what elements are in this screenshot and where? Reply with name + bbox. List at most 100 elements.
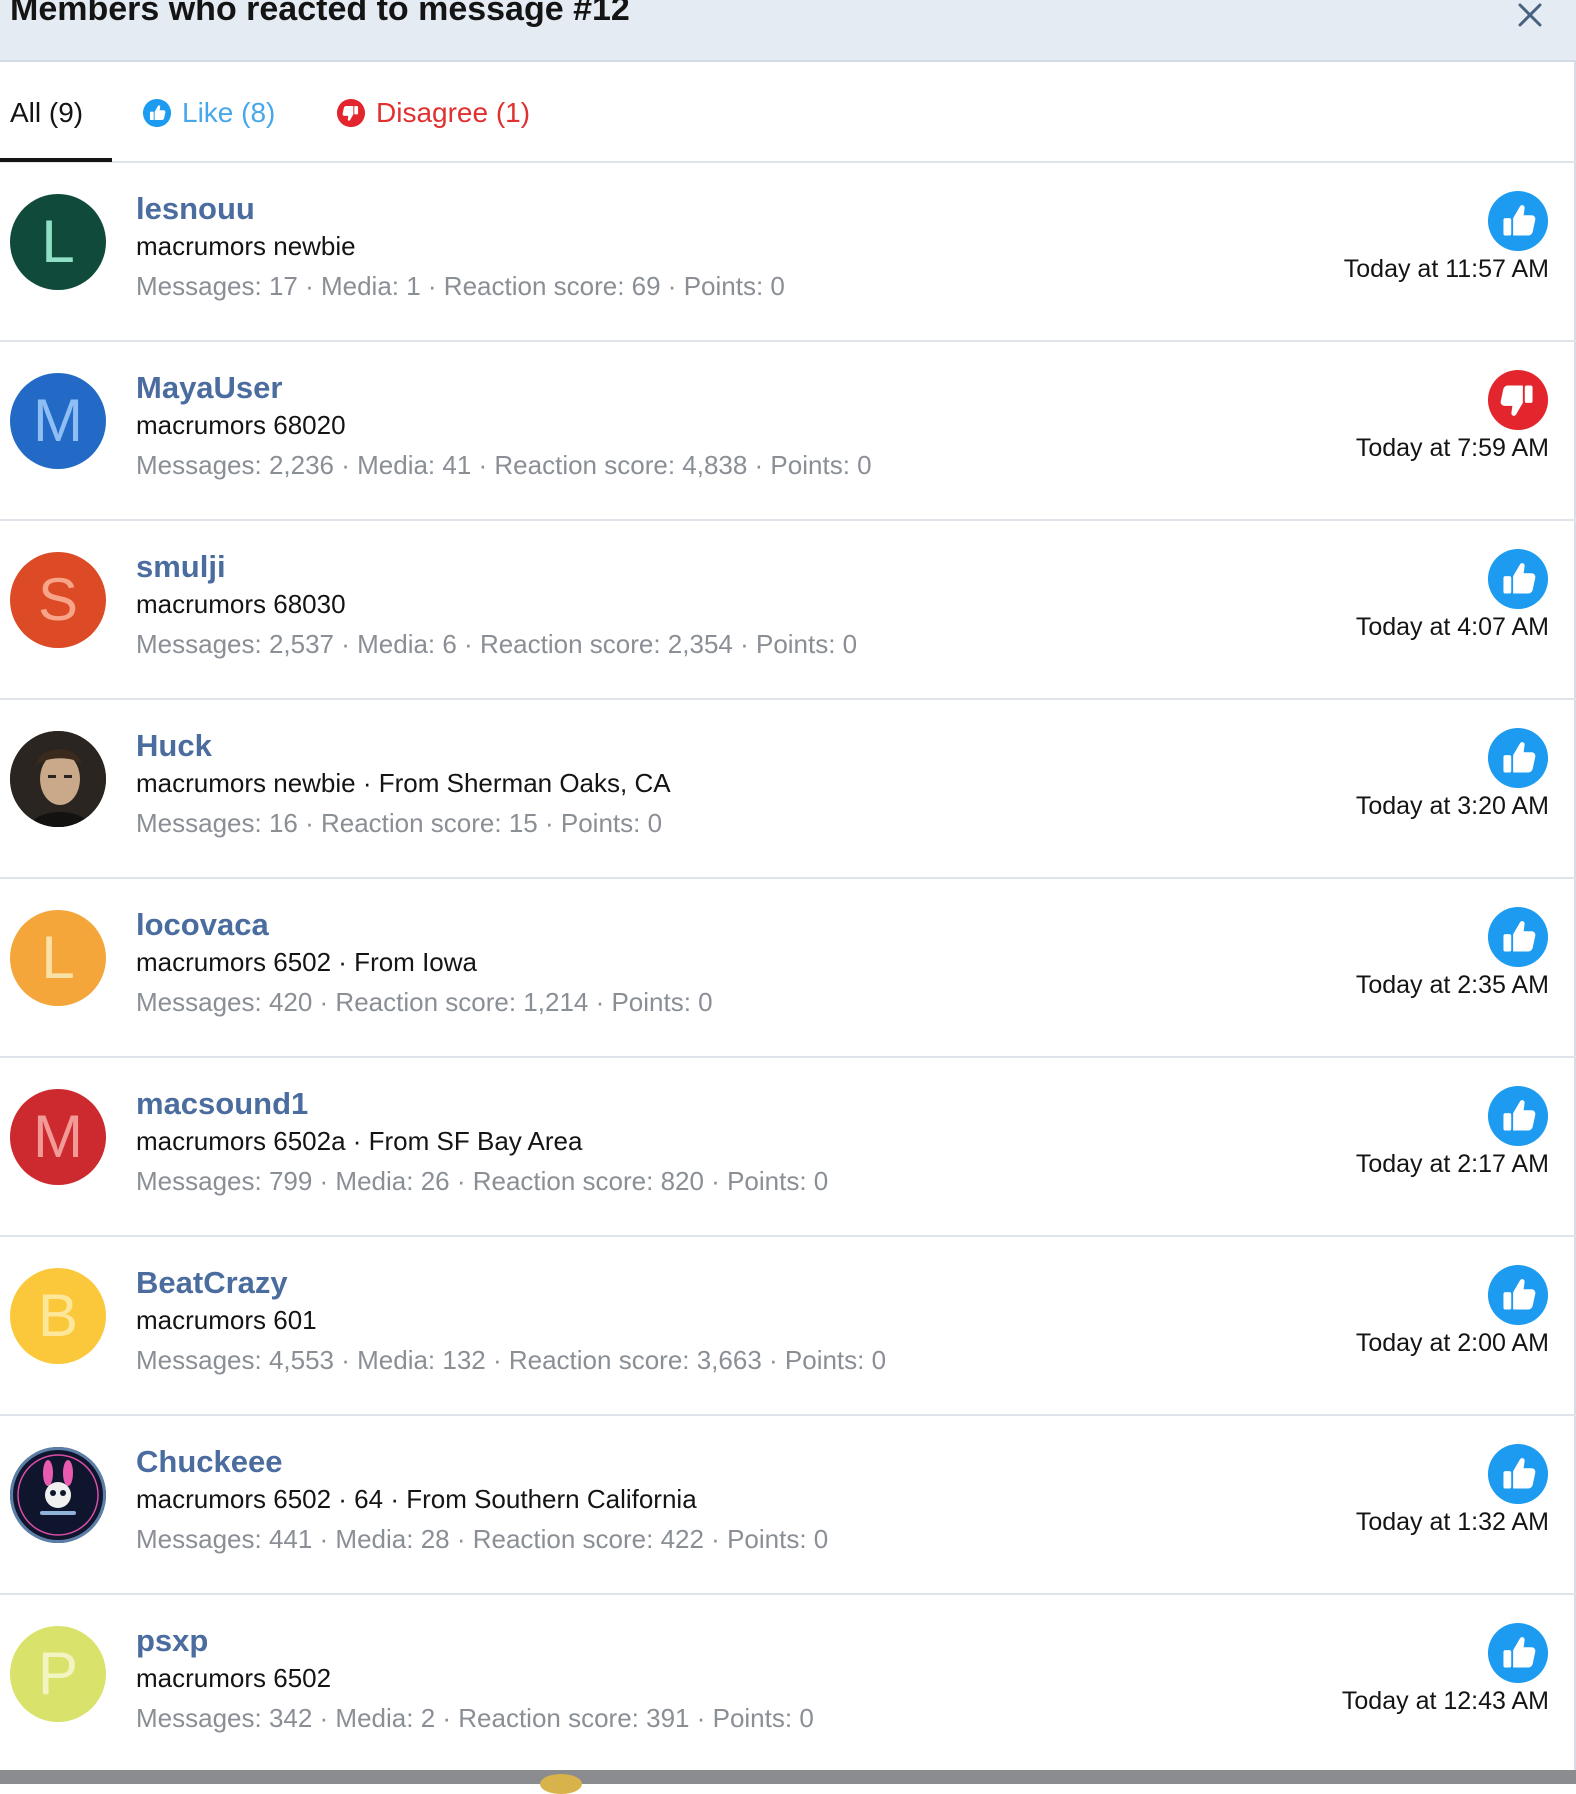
reactions-dialog: Members who reacted to message #12 All (… (0, 0, 1576, 1774)
avatar-letter: L (41, 208, 75, 275)
reaction-icon (1487, 1622, 1549, 1684)
reaction-time[interactable]: Today at 1:32 AM (1356, 1508, 1549, 1537)
disagree-icon (336, 98, 366, 127)
like-icon (1487, 906, 1549, 968)
tab-disagree-label: Disagree (1) (376, 96, 531, 128)
avatar[interactable] (10, 1447, 106, 1543)
avatar-letter: L (41, 924, 75, 991)
reaction-icon (1487, 906, 1549, 968)
like-icon (142, 98, 172, 127)
member-username[interactable]: macsound1 (136, 1086, 308, 1122)
member-title: macrumors 6502 · From Iowa (136, 947, 477, 977)
avatar[interactable]: M (10, 1089, 106, 1185)
member-row: M MayaUser macrumors 68020 Messages: 2,2… (0, 342, 1576, 521)
like-icon (1487, 548, 1549, 610)
page-overlay: Members who reacted to message #12 All (… (0, 0, 1576, 1794)
member-title: macrumors 6502 (136, 1663, 332, 1693)
member-stats: Messages: 2,537 · Media: 6 · Reaction sc… (136, 629, 858, 659)
reaction-time[interactable]: Today at 4:07 AM (1356, 613, 1549, 642)
reaction-icon (1487, 369, 1549, 431)
tab-disagree[interactable]: Disagree (1) (336, 62, 530, 163)
like-icon (1487, 727, 1549, 789)
avatar[interactable]: P (10, 1626, 106, 1722)
member-title: macrumors newbie (136, 231, 356, 261)
close-button[interactable] (1512, 0, 1548, 32)
member-title: macrumors 68020 (136, 410, 346, 440)
member-row: L lesnouu macrumors newbie Messages: 17 … (0, 163, 1576, 342)
like-icon (1487, 1264, 1549, 1326)
active-tab-indicator (0, 158, 112, 162)
member-row: Huck macrumors newbie · From Sherman Oak… (0, 700, 1576, 879)
member-username[interactable]: locovaca (136, 907, 269, 943)
like-icon (1487, 190, 1549, 252)
member-username[interactable]: BeatCrazy (136, 1265, 288, 1301)
member-title: macrumors 6502 · 64 · From Southern Cali… (136, 1484, 697, 1514)
member-username[interactable]: lesnouu (136, 191, 255, 227)
avatar[interactable]: L (10, 194, 106, 290)
member-stats: Messages: 799 · Media: 26 · Reaction sco… (136, 1166, 829, 1196)
member-username[interactable]: Huck (136, 728, 212, 764)
member-stats: Messages: 16 · Reaction score: 15 · Poin… (136, 808, 663, 838)
reaction-icon (1487, 548, 1549, 610)
avatar[interactable]: B (10, 1268, 106, 1364)
member-stats: Messages: 342 · Media: 2 · Reaction scor… (136, 1703, 814, 1733)
avatar-letter: S (37, 566, 79, 633)
tab-all[interactable]: All (9) (10, 62, 83, 163)
avatar-letter: B (37, 1282, 79, 1349)
member-stats: Messages: 2,236 · Media: 41 · Reaction s… (136, 450, 872, 480)
like-icon (1487, 1085, 1549, 1147)
avatar-bunny (10, 1447, 106, 1543)
member-row: M macsound1 macrumors 6502a · From SF Ba… (0, 1058, 1576, 1237)
avatar-letter: M (33, 387, 83, 454)
close-icon (1518, 3, 1542, 27)
member-row: S smulji macrumors 68030 Messages: 2,537… (0, 521, 1576, 700)
reaction-icon (1487, 1264, 1549, 1326)
member-title: macrumors 68030 (136, 589, 346, 619)
reaction-icon (1487, 1085, 1549, 1147)
avatar[interactable] (10, 731, 106, 827)
member-username[interactable]: smulji (136, 549, 226, 585)
tab-like[interactable]: Like (8) (142, 62, 275, 163)
avatar[interactable]: S (10, 552, 106, 648)
member-row: P psxp macrumors 6502 Messages: 342 · Me… (0, 1595, 1576, 1774)
avatar-letter: P (37, 1640, 79, 1707)
member-stats: Messages: 4,553 · Media: 132 · Reaction … (136, 1345, 887, 1375)
member-stats: Messages: 420 · Reaction score: 1,214 · … (136, 987, 713, 1017)
background-page-peek (0, 1770, 1576, 1784)
reaction-time[interactable]: Today at 11:57 AM (1344, 255, 1549, 284)
reaction-time[interactable]: Today at 3:20 AM (1356, 792, 1549, 821)
avatar[interactable]: M (10, 373, 106, 469)
like-icon (1487, 1622, 1549, 1684)
member-title: macrumors 6502a · From SF Bay Area (136, 1126, 583, 1156)
tab-like-label: Like (8) (182, 96, 276, 128)
reaction-tabs: All (9) Like (8) Disagree (1) (0, 62, 1576, 163)
avatar[interactable]: L (10, 910, 106, 1006)
reaction-icon (1487, 1443, 1549, 1505)
member-username[interactable]: Chuckeee (136, 1444, 282, 1480)
member-stats: Messages: 441 · Media: 28 · Reaction sco… (136, 1524, 829, 1554)
member-title: macrumors 601 (136, 1305, 317, 1335)
reaction-time[interactable]: Today at 2:17 AM (1356, 1150, 1549, 1179)
emoji-icon (540, 1774, 582, 1794)
reaction-icon (1487, 190, 1549, 252)
member-list: L lesnouu macrumors newbie Messages: 17 … (0, 163, 1576, 1774)
avatar-letter: M (33, 1103, 83, 1170)
like-icon (1487, 1443, 1549, 1505)
member-username[interactable]: psxp (136, 1623, 208, 1659)
reaction-time[interactable]: Today at 2:00 AM (1356, 1329, 1549, 1358)
disagree-icon (1487, 369, 1549, 431)
member-username[interactable]: MayaUser (136, 370, 282, 406)
avatar-photo (10, 731, 106, 827)
member-row: Chuckeee macrumors 6502 · 64 · From Sout… (0, 1416, 1576, 1595)
dialog-header: Members who reacted to message #12 (0, 0, 1576, 62)
reaction-time[interactable]: Today at 2:35 AM (1356, 971, 1549, 1000)
reaction-icon (1487, 727, 1549, 789)
tab-all-label: All (9) (10, 96, 84, 128)
reaction-time[interactable]: Today at 12:43 AM (1342, 1687, 1549, 1716)
reaction-time[interactable]: Today at 7:59 AM (1356, 434, 1549, 463)
member-row: B BeatCrazy macrumors 601 Messages: 4,55… (0, 1237, 1576, 1416)
dialog-title: Members who reacted to message #12 (10, 0, 630, 28)
member-title: macrumors newbie · From Sherman Oaks, CA (136, 768, 671, 798)
member-stats: Messages: 17 · Media: 1 · Reaction score… (136, 271, 785, 301)
member-row: L locovaca macrumors 6502 · From Iowa Me… (0, 879, 1576, 1058)
